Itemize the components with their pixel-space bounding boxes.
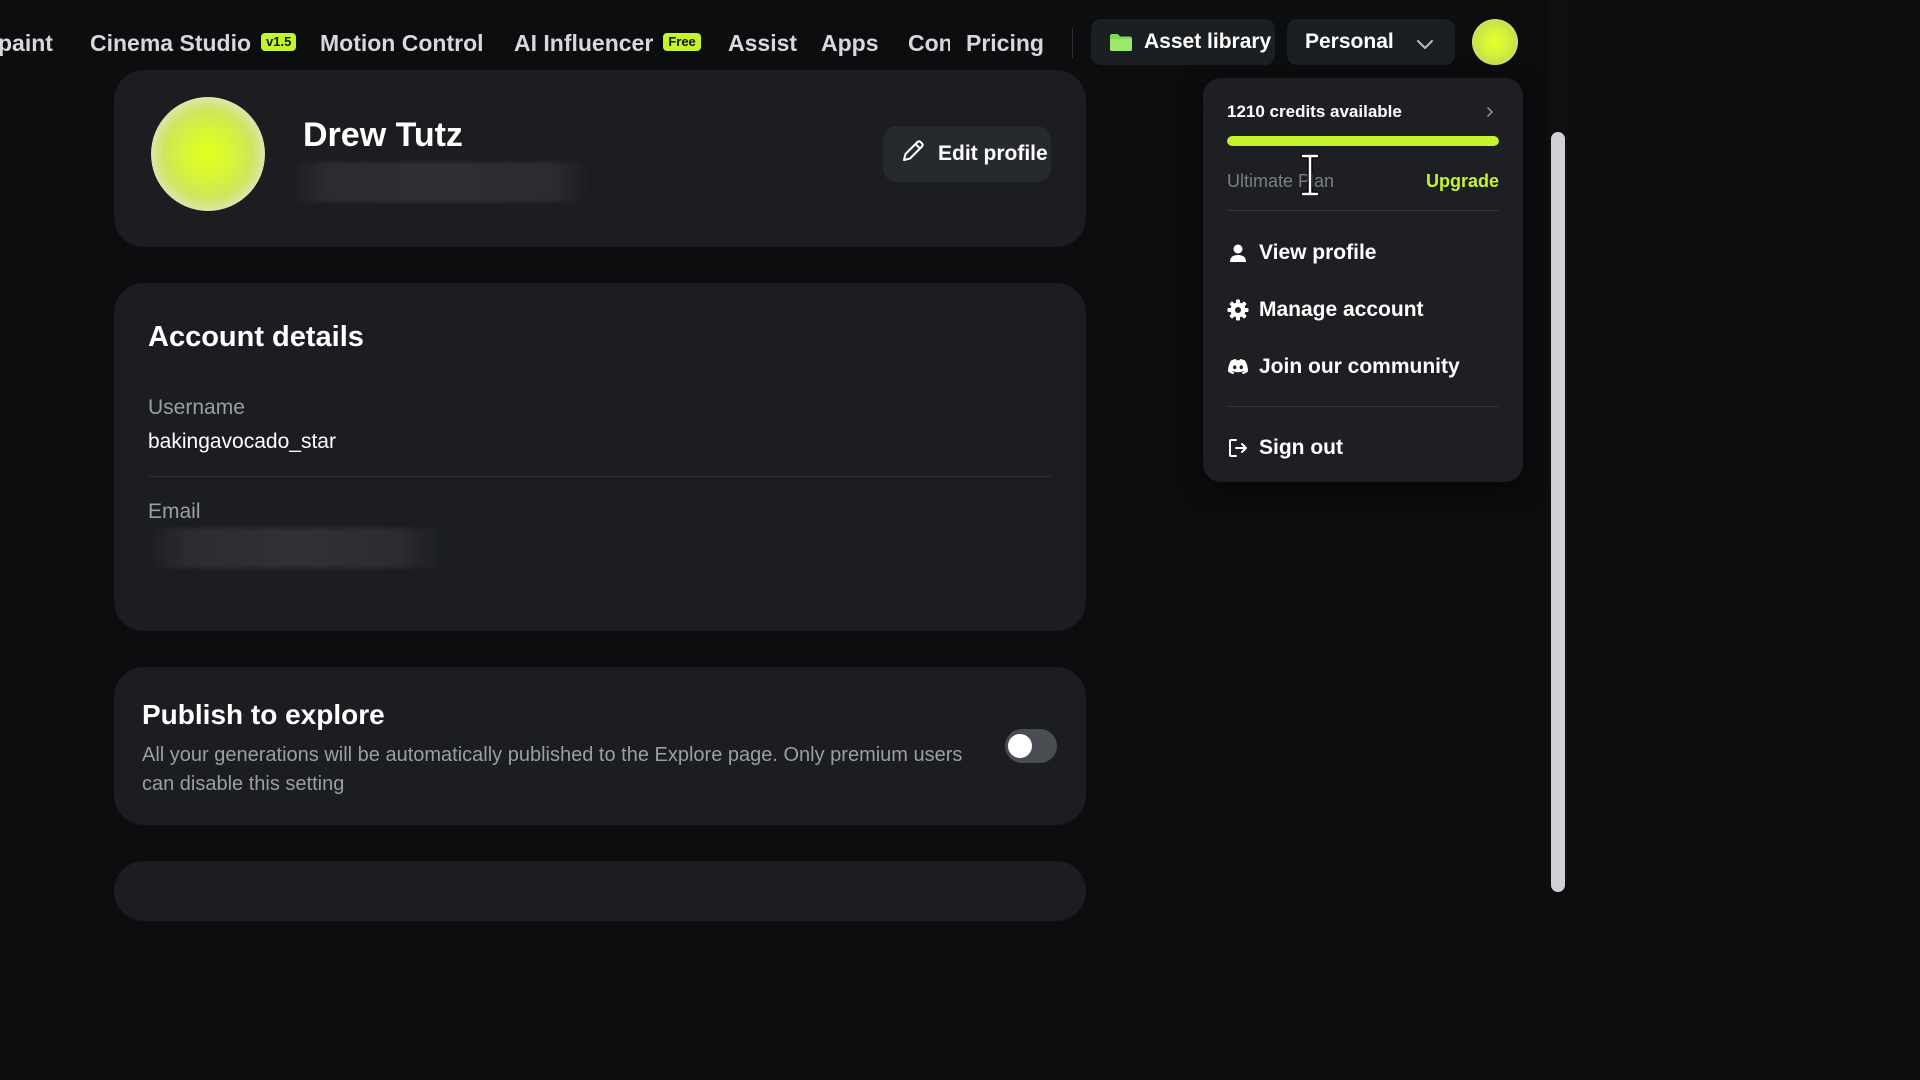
nav-item-pricing[interactable]: Pricing — [966, 28, 1044, 58]
nav-divider — [1072, 28, 1073, 58]
manage-account-label: Manage account — [1259, 298, 1424, 321]
workspace-selected-value: Personal — [1305, 30, 1394, 53]
nav-item-motion-control[interactable]: Motion Control — [320, 28, 484, 58]
asset-library-label: Asset library — [1144, 30, 1272, 53]
credits-available[interactable]: 1210 credits available — [1227, 102, 1402, 122]
credits-progress-bar — [1227, 136, 1499, 146]
field-divider — [148, 476, 1052, 477]
profile-card: Drew Tutz Edit profile — [114, 70, 1086, 247]
next-card — [114, 861, 1086, 921]
nav-item-assist[interactable]: Assist — [728, 28, 797, 58]
nav-item-ai-influencer[interactable]: AI Influencer Free — [514, 28, 701, 58]
sign-out-icon — [1227, 437, 1249, 459]
text-cursor-icon — [1298, 153, 1322, 201]
account-details-title: Account details — [148, 321, 364, 353]
profile-name: Drew Tutz — [303, 116, 463, 154]
nav-item-community[interactable]: Con — [908, 28, 950, 58]
gear-icon — [1227, 299, 1249, 321]
redacted-handle — [289, 162, 589, 202]
chevron-down-icon — [1415, 33, 1435, 57]
sign-out-label: Sign out — [1259, 436, 1343, 459]
view-profile-item[interactable]: View profile — [1227, 238, 1376, 268]
menu-divider — [1227, 210, 1499, 211]
nav-item-inpaint[interactable]: paint — [0, 28, 53, 58]
upgrade-link[interactable]: Upgrade — [1426, 171, 1499, 192]
workspace-select[interactable]: Personal — [1287, 19, 1455, 65]
edit-profile-button[interactable]: Edit profile — [883, 126, 1051, 182]
nav-item-apps[interactable]: Apps — [821, 28, 879, 58]
view-profile-label: View profile — [1259, 241, 1377, 264]
user-icon — [1227, 242, 1249, 264]
asset-library-button[interactable]: Asset library — [1091, 19, 1275, 65]
folder-icon — [1109, 33, 1133, 51]
version-badge: v1.5 — [261, 33, 297, 51]
email-label: Email — [148, 500, 201, 523]
user-avatar-button[interactable] — [1472, 19, 1518, 65]
publish-description: All your generations will be automatical… — [142, 744, 963, 795]
account-details-card: Account details Username bakingavocado_s… — [114, 283, 1086, 631]
menu-divider — [1227, 406, 1499, 407]
publish-title: Publish to explore — [142, 699, 385, 730]
free-badge: Free — [663, 33, 701, 51]
join-community-label: Join our community — [1259, 355, 1460, 378]
edit-profile-label: Edit profile — [938, 142, 1048, 165]
sign-out-item[interactable]: Sign out — [1227, 433, 1343, 463]
join-community-item[interactable]: Join our community — [1227, 352, 1460, 382]
publish-card: Publish to explore All your generations … — [114, 667, 1086, 825]
credits-progress-fill — [1227, 136, 1499, 146]
publish-toggle[interactable] — [1005, 729, 1057, 763]
toggle-knob — [1008, 734, 1032, 758]
manage-account-item[interactable]: Manage account — [1227, 295, 1424, 325]
nav-item-cinema-studio[interactable]: Cinema Studio v1.5 — [90, 28, 297, 58]
chevron-right-icon[interactable] — [1485, 105, 1495, 123]
account-dropdown-menu: 1210 credits available Ultimate Plan Upg… — [1203, 78, 1523, 482]
discord-icon — [1227, 356, 1249, 378]
username-label: Username — [148, 396, 245, 419]
username-value: bakingavocado_star — [148, 430, 336, 453]
pencil-icon — [900, 138, 926, 170]
profile-avatar — [151, 97, 265, 211]
scrollbar-thumb[interactable] — [1551, 132, 1565, 892]
redacted-email-value — [144, 528, 444, 568]
